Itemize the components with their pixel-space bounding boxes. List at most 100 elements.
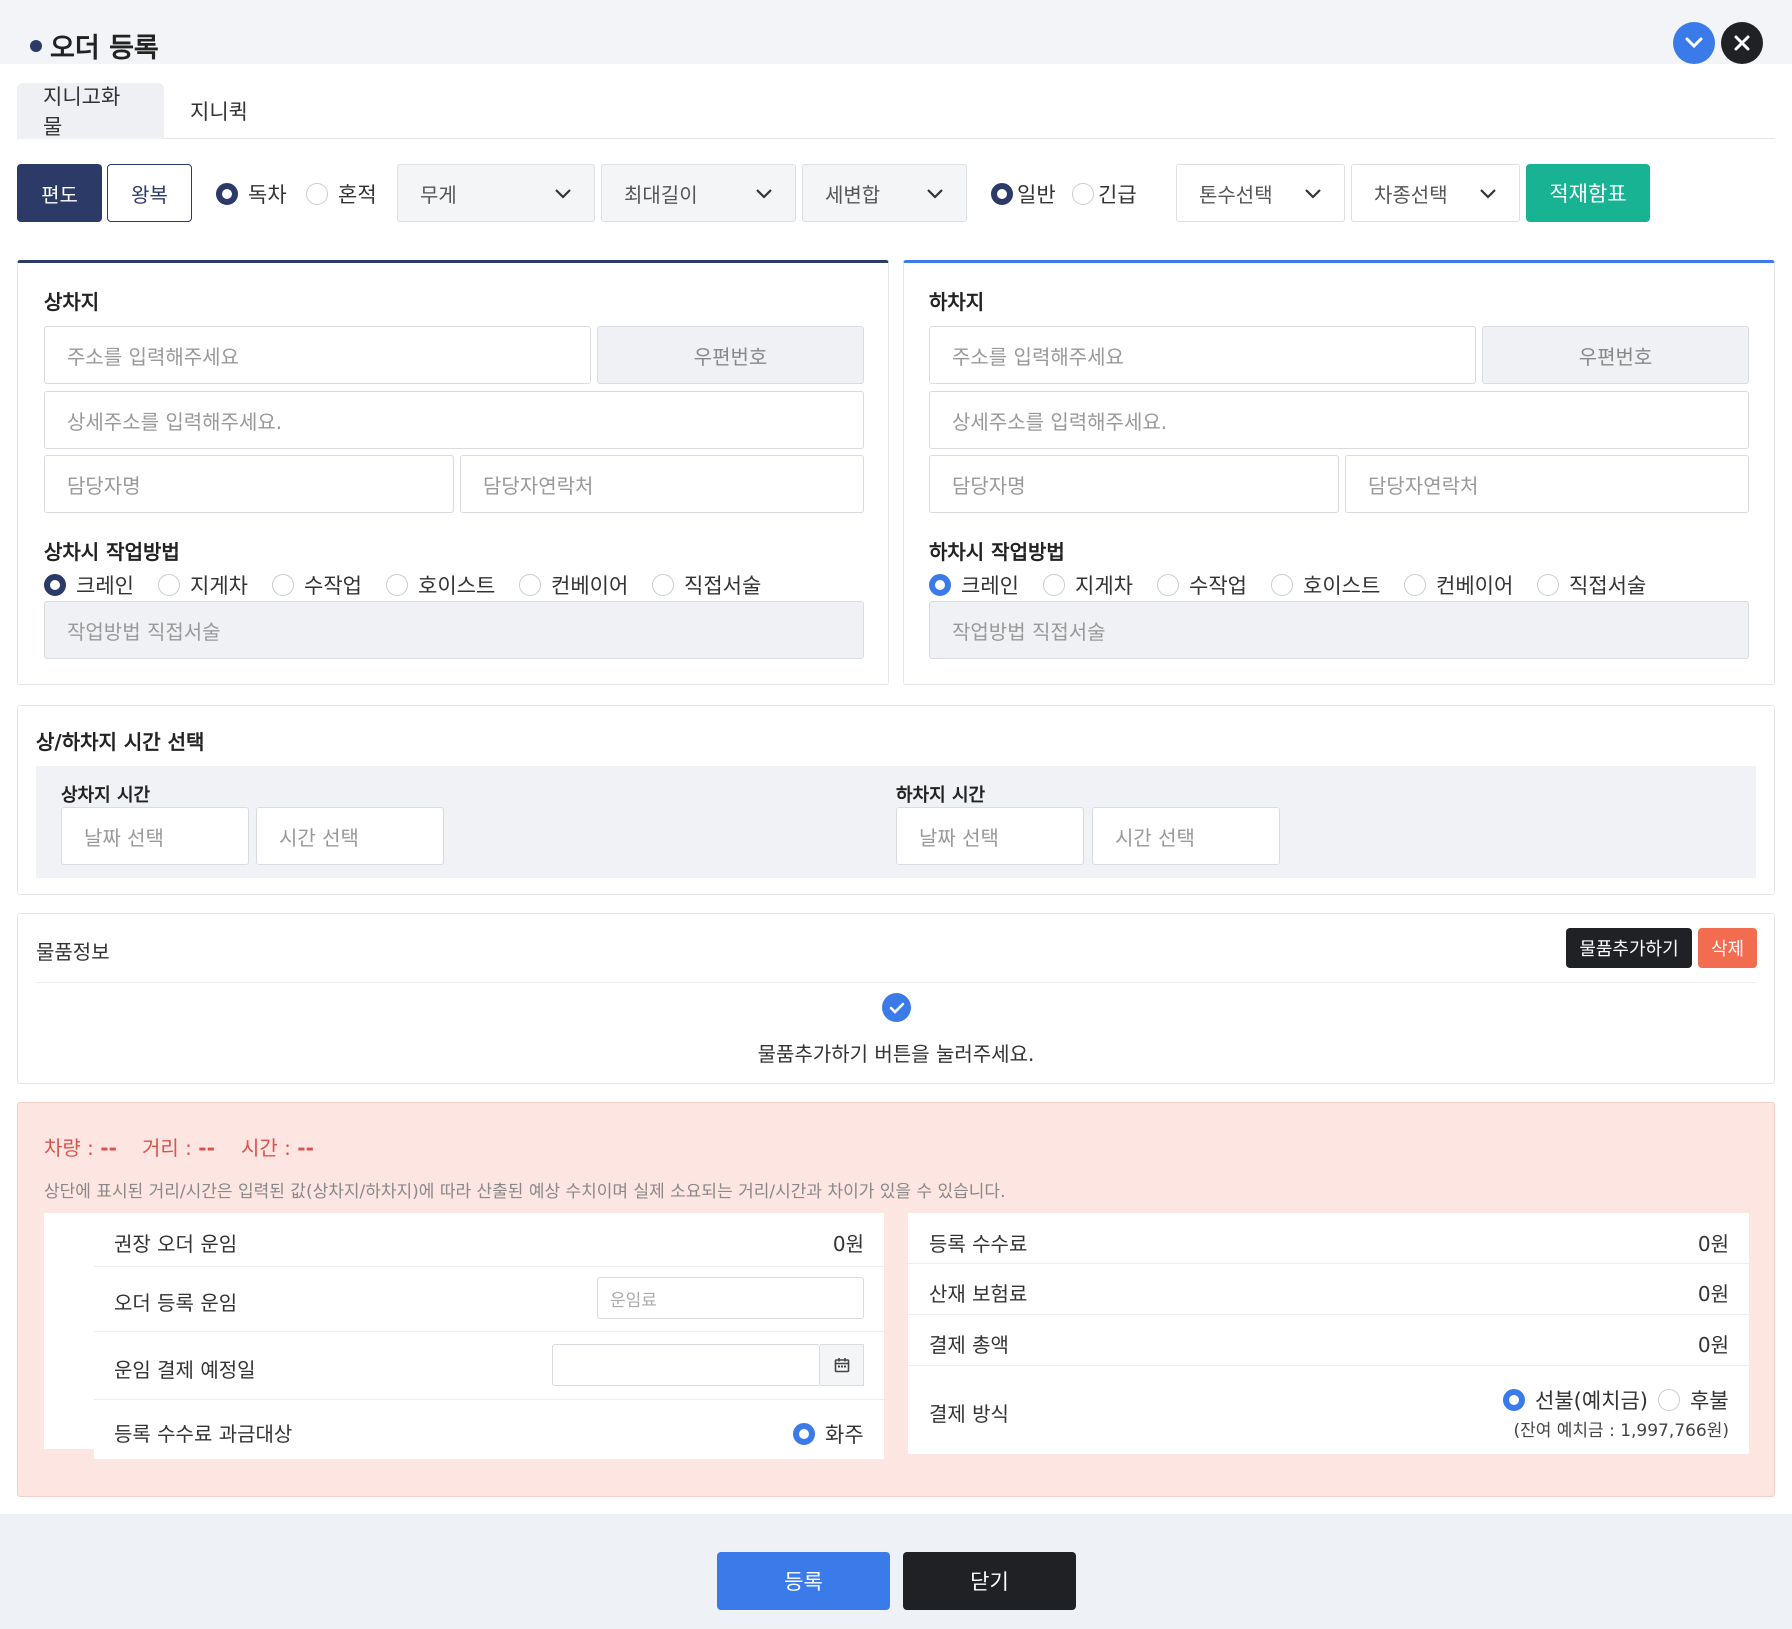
row-divider: [94, 1266, 884, 1267]
oneway-button[interactable]: 편도: [17, 164, 102, 222]
postpaid-radio[interactable]: 후불: [1658, 1385, 1729, 1415]
pickup-address-input[interactable]: 주소를 입력해주세요: [44, 326, 591, 384]
chevron-down-icon: [1685, 37, 1703, 49]
tab-label: 지니퀵: [190, 100, 248, 124]
vehicle-type-select[interactable]: 차종선택: [1351, 164, 1520, 222]
normal-radio[interactable]: 일반: [991, 179, 1056, 209]
dropoff-time-input[interactable]: 시간 선택: [1092, 807, 1280, 865]
pickup-method-conveyor[interactable]: 컨베이어: [519, 570, 628, 600]
dropoff-method-crane[interactable]: 크레인: [929, 570, 1019, 600]
radio-label: 컨베이어: [551, 574, 629, 598]
pickup-contact-phone-input[interactable]: 담당자연락처: [460, 455, 864, 513]
radio-unchecked-icon: [1157, 574, 1179, 596]
radio-label: 긴급: [1098, 183, 1137, 207]
dropoff-method-title: 하차시 작업방법: [929, 540, 1065, 564]
pickup-date-input[interactable]: 날짜 선택: [61, 807, 249, 865]
dropoff-address-input[interactable]: 주소를 입력해주세요: [929, 326, 1476, 384]
radio-unchecked-icon: [386, 574, 408, 596]
pickup-method-manual[interactable]: 수작업: [272, 570, 362, 600]
radio-label: 독차: [248, 183, 287, 207]
submit-label: 등록: [784, 1570, 823, 1594]
distance-stat: 거리 : --: [142, 1132, 215, 1161]
tonnage-select[interactable]: 톤수선택: [1176, 164, 1345, 222]
pickup-contact-name-input[interactable]: 담당자명: [44, 455, 454, 513]
dropoff-contact-name-input[interactable]: 담당자명: [929, 455, 1339, 513]
dropoff-title: 하차지: [929, 290, 985, 314]
radio-unchecked-icon: [306, 183, 328, 205]
radio-label: 지게차: [190, 574, 248, 598]
charge-target-label: 등록 수수료 과금대상: [114, 1422, 293, 1446]
add-goods-button[interactable]: 물품추가하기: [1566, 928, 1692, 968]
radio-label: 호이스트: [418, 574, 496, 598]
radio-checked-icon: [793, 1423, 815, 1445]
goods-divider: [36, 982, 1756, 983]
mixed-radio[interactable]: 혼적: [306, 179, 377, 209]
payment-method-label: 결제 방식: [929, 1402, 1009, 1426]
select-value: 톤수선택: [1199, 182, 1273, 207]
tab-jini-quick[interactable]: 지니퀵: [164, 83, 274, 139]
dropoff-method-forklift[interactable]: 지게차: [1043, 570, 1133, 600]
box-type-select[interactable]: 세변합: [802, 164, 967, 222]
dropoff-method-custom[interactable]: 직접서술: [1537, 570, 1646, 600]
radio-label: 화주: [825, 1423, 864, 1447]
dropoff-method-hoist[interactable]: 호이스트: [1271, 570, 1380, 600]
tab-jinigo-cargo[interactable]: 지니고화물: [17, 83, 164, 139]
chevron-down-icon: [1305, 188, 1321, 199]
close-icon: [1734, 35, 1750, 51]
dropoff-postal-button[interactable]: 우편번호: [1482, 326, 1749, 384]
dropoff-date-input[interactable]: 날짜 선택: [896, 807, 1084, 865]
oneway-label: 편도: [41, 182, 78, 207]
roundtrip-button[interactable]: 왕복: [107, 164, 192, 222]
charge-target-shipper-radio[interactable]: 화주: [793, 1419, 864, 1449]
order-fee-label: 오더 등록 운임: [114, 1291, 238, 1315]
radio-label: 직접서술: [1569, 574, 1647, 598]
recommended-fee-label: 권장 오더 운임: [114, 1232, 238, 1256]
weight-select[interactable]: 무게: [397, 164, 595, 222]
vehicle-stat: 차량 : --: [44, 1132, 117, 1161]
radio-unchecked-icon: [652, 574, 674, 596]
radio-label: 직접서술: [684, 574, 762, 598]
radio-checked-icon: [44, 574, 66, 596]
pickup-method-forklift[interactable]: 지게차: [158, 570, 248, 600]
order-fee-input[interactable]: 운임료: [597, 1277, 864, 1319]
row-divider: [908, 1263, 1749, 1264]
close-button[interactable]: [1721, 22, 1763, 64]
pickup-detail-address-input[interactable]: 상세주소를 입력해주세요.: [44, 391, 864, 449]
dropoff-method-manual[interactable]: 수작업: [1157, 570, 1247, 600]
delete-goods-button[interactable]: 삭제: [1698, 928, 1757, 968]
pickup-postal-button[interactable]: 우편번호: [597, 326, 864, 384]
radio-unchecked-icon: [158, 574, 180, 596]
dropoff-contact-phone-input[interactable]: 담당자연락처: [1345, 455, 1749, 513]
pickup-method-crane[interactable]: 크레인: [44, 570, 134, 600]
calendar-icon: [834, 1358, 849, 1373]
pickup-method-custom[interactable]: 직접서술: [652, 570, 761, 600]
close-footer-button[interactable]: 닫기: [903, 1552, 1076, 1610]
summary-notice: 상단에 표시된 거리/시간은 입력된 값(상차지/하차지)에 따라 산출된 예상…: [44, 1182, 1006, 1202]
urgent-radio[interactable]: 긴급: [1072, 179, 1137, 209]
pickup-time-input[interactable]: 시간 선택: [256, 807, 444, 865]
title-bullet-icon: [30, 39, 42, 52]
pickup-method-title: 상차시 작업방법: [44, 540, 180, 564]
dropoff-method-conveyor[interactable]: 컨베이어: [1404, 570, 1513, 600]
tab-label: 지니고화물: [43, 85, 121, 139]
prepaid-radio[interactable]: 선불(예치금): [1503, 1385, 1648, 1415]
radio-checked-icon: [929, 574, 951, 596]
dropoff-detail-address-input[interactable]: 상세주소를 입력해주세요.: [929, 391, 1749, 449]
max-length-select[interactable]: 최대길이: [601, 164, 796, 222]
calendar-button[interactable]: [820, 1344, 864, 1386]
radio-label: 수작업: [1189, 574, 1247, 598]
submit-button[interactable]: 등록: [717, 1552, 890, 1610]
pay-date-input[interactable]: [552, 1344, 820, 1386]
pickup-method-desc-input[interactable]: 작업방법 직접서술: [44, 601, 864, 659]
collapse-button[interactable]: [1673, 22, 1715, 64]
pickup-method-hoist[interactable]: 호이스트: [386, 570, 495, 600]
load-table-button[interactable]: 적재함표: [1526, 164, 1650, 222]
exclusive-radio[interactable]: 독차: [216, 179, 287, 209]
add-goods-label: 물품추가하기: [1579, 939, 1679, 960]
pickup-time-label: 상차지 시간: [61, 785, 151, 806]
stat-value: --: [100, 1136, 117, 1160]
select-value: 세변합: [825, 182, 881, 207]
select-value: 최대길이: [624, 182, 698, 207]
radio-label: 크레인: [76, 574, 134, 598]
dropoff-method-desc-input[interactable]: 작업방법 직접서술: [929, 601, 1749, 659]
